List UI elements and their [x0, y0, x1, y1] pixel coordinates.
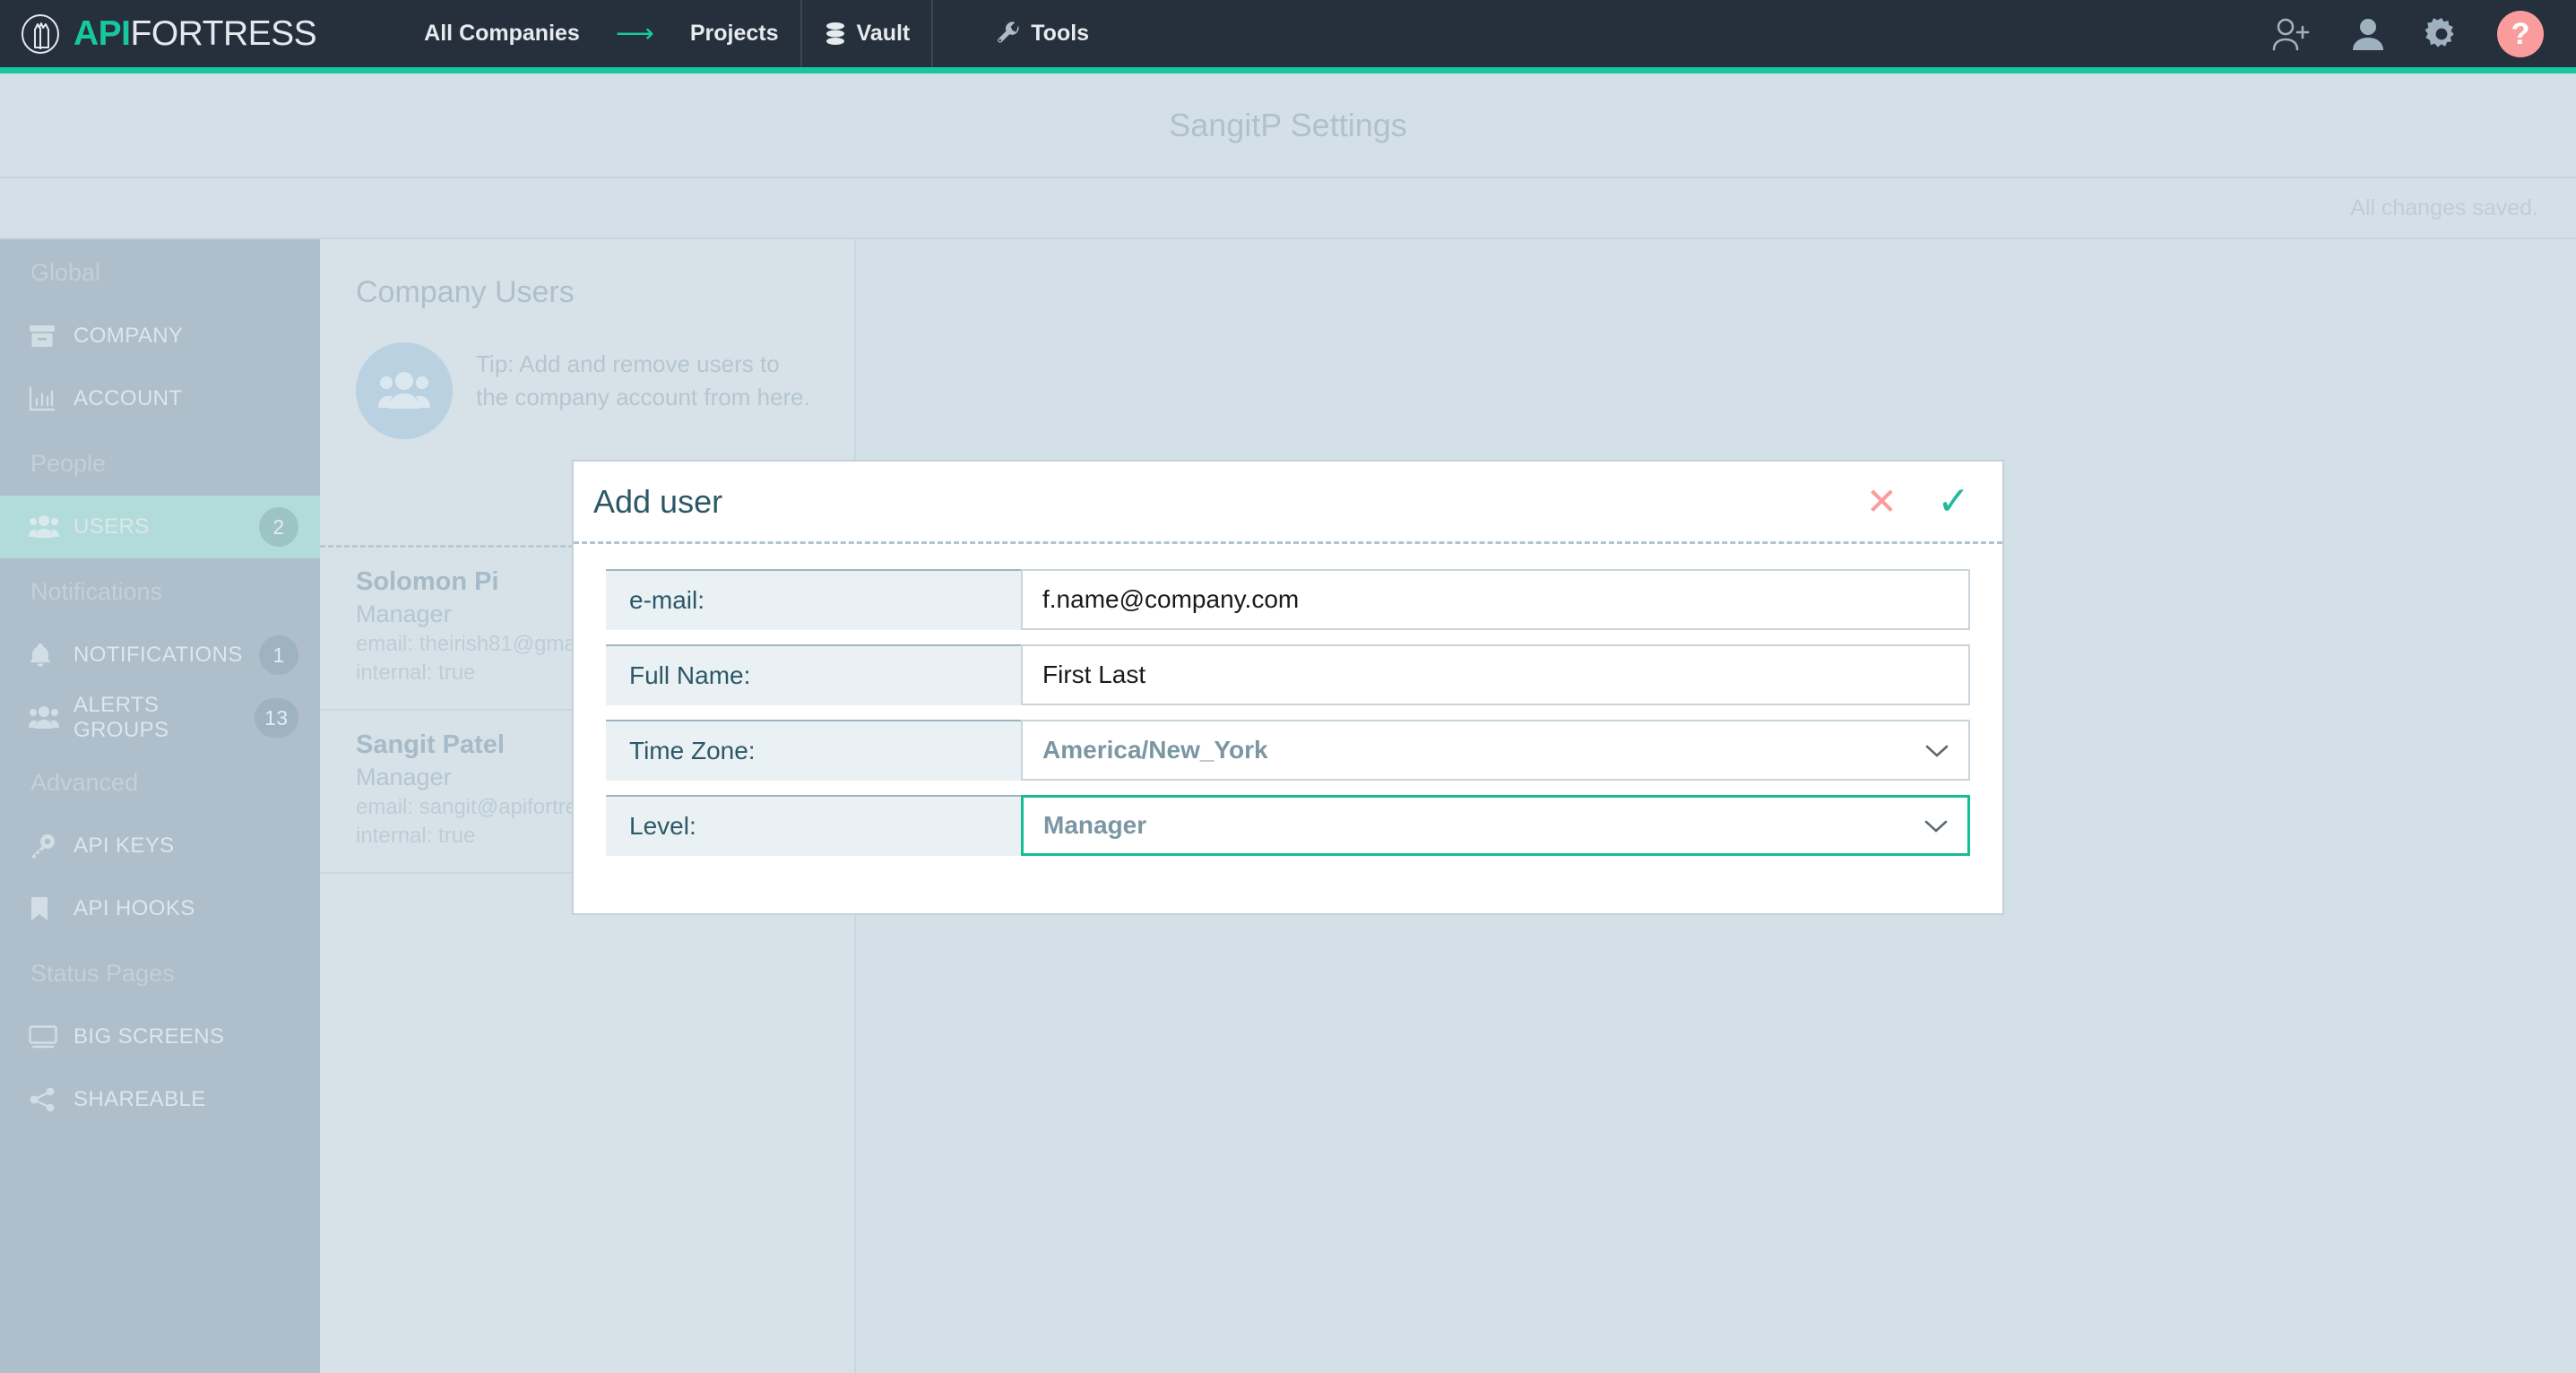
- nav-projects[interactable]: Projects: [669, 0, 800, 67]
- sidebar-badge-users: 2: [259, 507, 298, 547]
- add-user-icon[interactable]: [2271, 16, 2312, 52]
- wrench-icon: [996, 22, 1021, 47]
- nav-vault[interactable]: Vault: [800, 0, 934, 67]
- modal-header: Add user ✕ ✓: [574, 462, 2002, 544]
- sidebar-badge-notifications: 1: [259, 635, 298, 675]
- nav-vault-label: Vault: [857, 21, 911, 47]
- sidebar-item-api-hooks[interactable]: API HOOKS: [0, 877, 320, 940]
- sidebar-group-notifications: Notifications: [0, 558, 320, 624]
- modal-title: Add user: [593, 483, 722, 521]
- nav-accent-bar: [0, 67, 2576, 73]
- sidebar-item-notifications-label: NOTIFICATIONS: [73, 643, 259, 668]
- top-navbar: APIFORTRESS All Companies ⟶ Projects Vau…: [0, 0, 2576, 67]
- sidebar-item-api-hooks-label: API HOOKS: [73, 896, 298, 921]
- add-user-modal: Add user ✕ ✓ e-mail: f.name@company.com …: [572, 460, 2004, 915]
- tip-text: Tip: Add and remove users to the company…: [476, 342, 818, 414]
- monitor-icon: [29, 1025, 63, 1049]
- company-users-title: Company Users: [320, 239, 854, 310]
- tip-row: Tip: Add and remove users to the company…: [320, 310, 854, 439]
- time-zone-value: America/New_York: [1042, 736, 1268, 764]
- users-group-icon: [356, 342, 453, 439]
- sidebar-group-advanced: Advanced: [0, 749, 320, 815]
- brand-fortress-text: FORTRESS: [131, 14, 317, 53]
- key-icon: [29, 833, 63, 859]
- time-zone-field-label: Time Zone:: [606, 720, 1021, 781]
- help-icon[interactable]: ?: [2497, 11, 2544, 57]
- chevron-down-icon: [1925, 738, 1949, 762]
- page-title-bar: SangitP Settings: [0, 73, 2576, 178]
- nav-items: All Companies ⟶ Projects Vault: [402, 0, 1111, 67]
- status-bar: All changes saved.: [0, 178, 2576, 239]
- field-row-full-name: Full Name: First Last: [606, 644, 1970, 705]
- sidebar-group-global: Global: [0, 239, 320, 305]
- share-icon: [29, 1087, 63, 1112]
- users-icon: [29, 706, 63, 730]
- sidebar-item-company-label: COMPANY: [73, 324, 298, 349]
- save-status-text: All changes saved.: [2350, 195, 2538, 221]
- field-row-email: e-mail: f.name@company.com: [606, 569, 1970, 630]
- sidebar-item-users-label: USERS: [73, 514, 259, 540]
- gear-icon[interactable]: [2424, 16, 2459, 52]
- sidebar-item-notifications[interactable]: NOTIFICATIONS 1: [0, 624, 320, 686]
- sidebar-item-api-keys-label: API KEYS: [73, 833, 298, 859]
- sidebar-item-users[interactable]: USERS 2: [0, 496, 320, 558]
- level-value: Manager: [1043, 811, 1146, 840]
- sidebar-item-shareable[interactable]: SHAREABLE: [0, 1068, 320, 1131]
- user-profile-icon[interactable]: [2350, 16, 2386, 52]
- nav-tools[interactable]: Tools: [933, 0, 1111, 67]
- sidebar-item-company[interactable]: COMPANY: [0, 305, 320, 367]
- brand-logo-link[interactable]: APIFORTRESS: [0, 0, 316, 67]
- bar-chart-icon: [29, 386, 63, 411]
- email-field-label: e-mail:: [606, 569, 1021, 630]
- full-name-field[interactable]: First Last: [1021, 644, 1970, 705]
- fortress-shield-logo-icon: [20, 13, 61, 55]
- level-select[interactable]: Manager: [1021, 795, 1970, 856]
- sidebar-item-shareable-label: SHAREABLE: [73, 1087, 298, 1112]
- modal-actions: ✕ ✓: [1866, 482, 1970, 522]
- sidebar-item-account-label: ACCOUNT: [73, 386, 298, 411]
- level-field-label: Level:: [606, 795, 1021, 856]
- bookmark-icon: [29, 896, 63, 921]
- sidebar-item-alerts-groups[interactable]: ALERTS GROUPS 13: [0, 686, 320, 749]
- bell-icon: [29, 643, 63, 668]
- sidebar-item-account[interactable]: ACCOUNT: [0, 367, 320, 430]
- nav-right-icons: ?: [2271, 0, 2576, 67]
- chevron-down-icon: [1924, 814, 1948, 837]
- sidebar-group-people: People: [0, 430, 320, 496]
- check-icon[interactable]: ✓: [1937, 482, 1970, 522]
- sidebar-badge-alerts-groups: 13: [255, 698, 298, 738]
- nav-projects-label: Projects: [690, 21, 779, 47]
- email-field[interactable]: f.name@company.com: [1021, 569, 1970, 630]
- sidebar-item-alerts-groups-label: ALERTS GROUPS: [73, 693, 255, 743]
- brand-wordmark: APIFORTRESS: [73, 14, 316, 54]
- field-row-time-zone: Time Zone: America/New_York: [606, 720, 1970, 781]
- sidebar-group-status-pages: Status Pages: [0, 940, 320, 1006]
- sidebar-item-big-screens[interactable]: BIG SCREENS: [0, 1006, 320, 1068]
- nav-all-companies-label: All Companies: [424, 21, 580, 47]
- nav-tools-label: Tools: [1031, 21, 1089, 47]
- users-icon: [29, 515, 63, 539]
- sidebar: Global COMPANY ACCOUNT People: [0, 239, 320, 1373]
- sidebar-item-api-keys[interactable]: API KEYS: [0, 815, 320, 877]
- brand-api-text: API: [73, 14, 131, 53]
- page-title: SangitP Settings: [1169, 107, 1407, 144]
- sidebar-item-big-screens-label: BIG SCREENS: [73, 1024, 298, 1049]
- modal-body: e-mail: f.name@company.com Full Name: Fi…: [574, 544, 2002, 856]
- full-name-field-label: Full Name:: [606, 644, 1021, 705]
- time-zone-select[interactable]: America/New_York: [1021, 720, 1970, 781]
- close-icon[interactable]: ✕: [1866, 483, 1897, 521]
- archive-box-icon: [29, 324, 63, 349]
- field-row-level: Level: Manager: [606, 795, 1970, 856]
- nav-all-companies[interactable]: All Companies: [402, 0, 601, 67]
- arrow-right-icon: ⟶: [601, 18, 669, 49]
- database-icon: [824, 22, 847, 47]
